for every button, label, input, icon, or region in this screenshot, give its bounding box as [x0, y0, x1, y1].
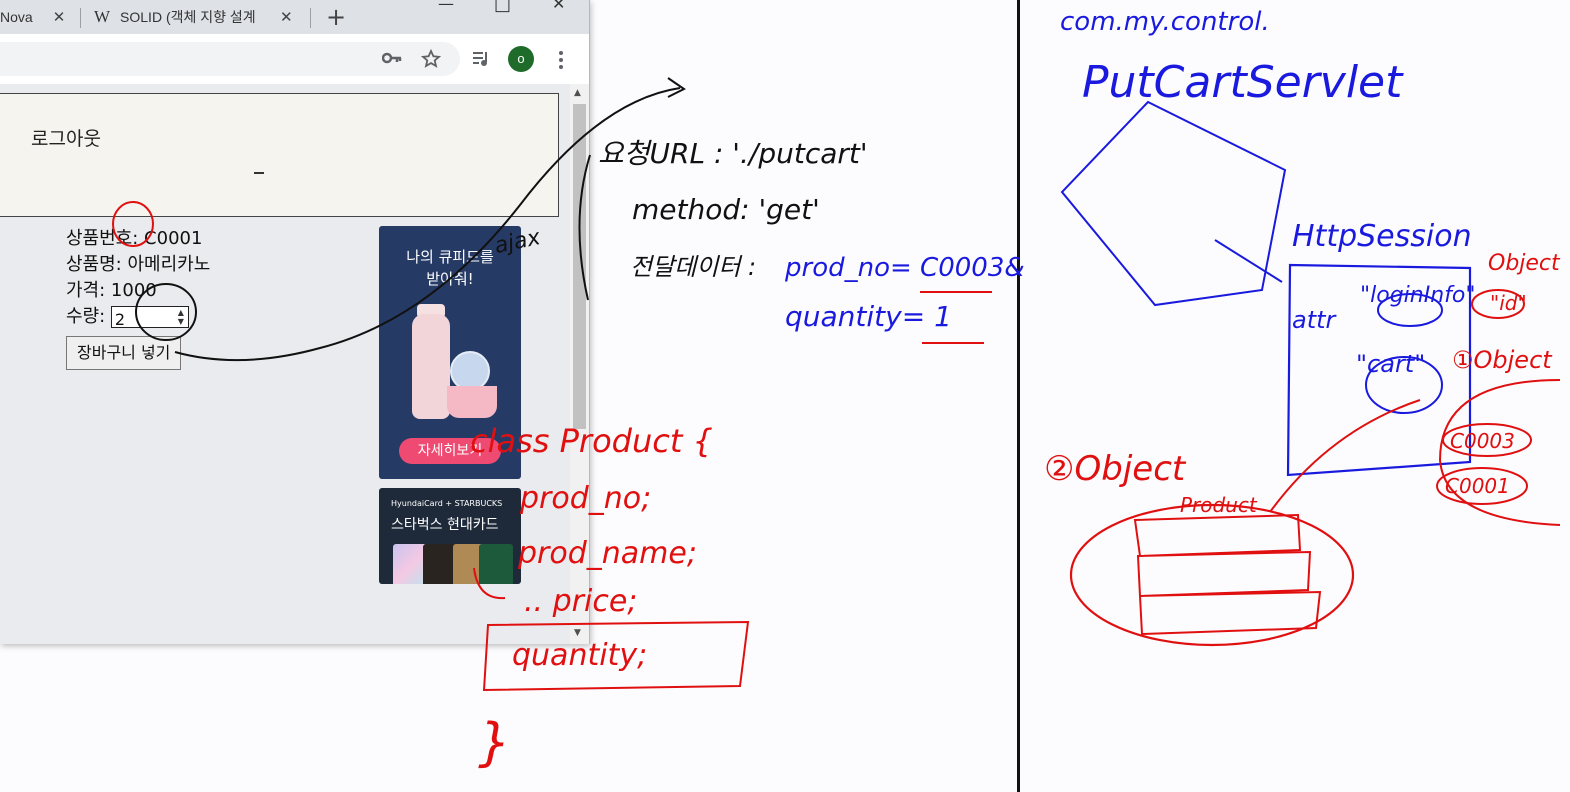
product-no-mark: [112, 201, 154, 247]
ink-layer: ajax 요청URL : './putcart' method: 'get' 전…: [112, 7, 1561, 773]
cart-key: "cart": [1356, 350, 1425, 378]
field-price: .. price;: [524, 584, 637, 619]
class-close-brace: }: [478, 713, 511, 773]
field-quantity: quantity;: [512, 638, 647, 673]
transfer-data-label: 전달데이터 :: [630, 253, 756, 281]
servlet-name: PutCartServlet: [1082, 57, 1404, 108]
product-fields-shape: [1133, 513, 1322, 636]
ink-bracket: [578, 154, 591, 301]
object-label-3: ②Object: [1044, 449, 1187, 489]
brace-stroke: [473, 567, 506, 600]
field-prod-name: prod_name;: [517, 536, 697, 571]
class-declaration: class Product {: [470, 422, 713, 460]
http-session-label: HttpSession: [1292, 219, 1472, 254]
map-key-2: C0001: [1445, 474, 1510, 498]
qty-circle-mark: [135, 283, 197, 341]
object-label-1: Object: [1488, 251, 1561, 276]
cart-to-product-line: [1269, 399, 1421, 513]
arrow-head-icon: [667, 77, 686, 98]
logininfo-key: "loginInfo": [1360, 283, 1475, 308]
product-object-circle: [1069, 503, 1355, 647]
package-name: com.my.control.: [1060, 7, 1270, 37]
servlet-link: [1214, 239, 1283, 283]
attr-label: attr: [1292, 306, 1338, 334]
request-url-note: 요청URL : './putcart': [598, 137, 868, 170]
object-label-2: ①Object: [1452, 346, 1553, 374]
param-quantity: quantity= 1: [785, 300, 952, 333]
field-prod-no: prod_no;: [519, 481, 651, 516]
method-note: method: 'get': [632, 193, 820, 226]
servlet-shape: [1060, 100, 1287, 307]
param-prod-no: prod_no= C0003&: [784, 253, 1025, 283]
map-key-1: C0003: [1450, 429, 1515, 453]
ajax-arrow: [174, 87, 681, 362]
product-object-label: Product: [1180, 493, 1258, 517]
